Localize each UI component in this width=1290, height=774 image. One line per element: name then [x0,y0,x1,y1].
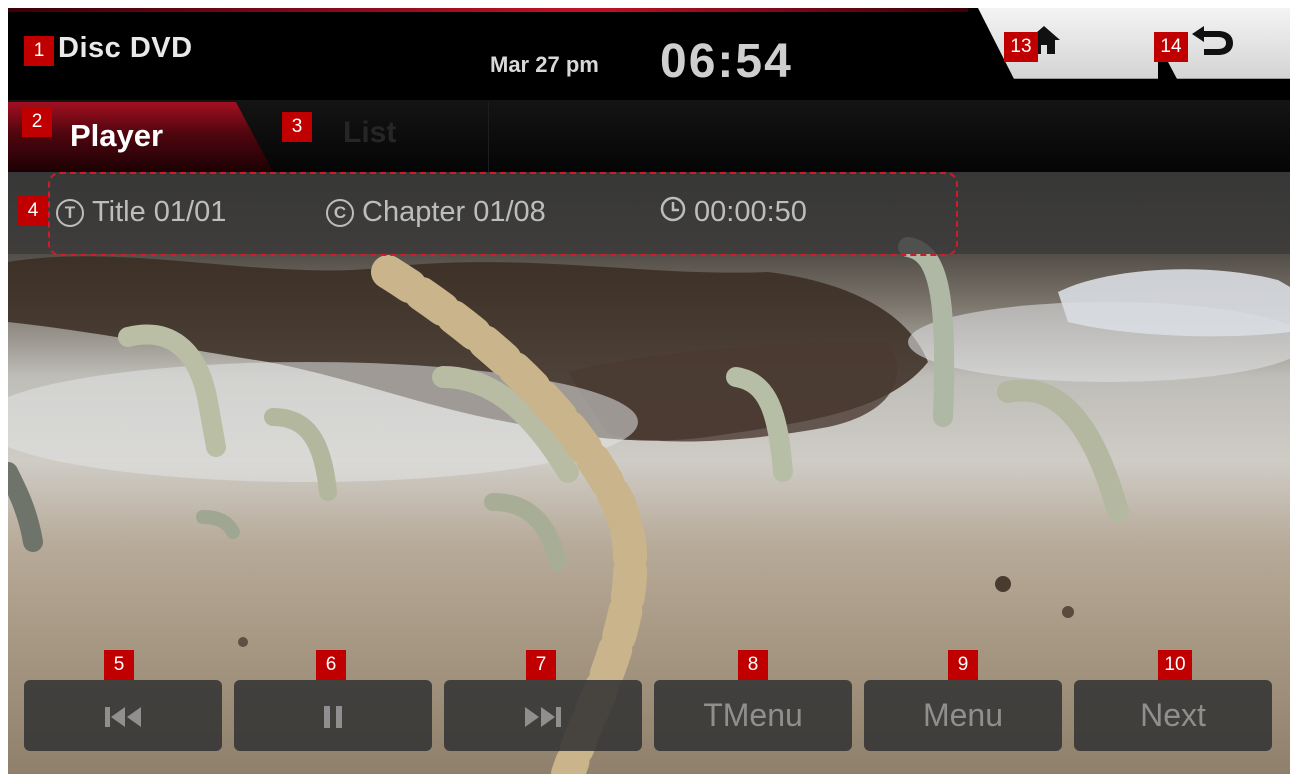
dvd-player-screen: Disc DVD Mar 27 pm 06:54 Player List T T… [8,8,1290,774]
previous-button[interactable] [24,680,222,751]
annotation-badge-4: 4 [18,196,48,226]
clock: 06:54 [660,35,793,88]
annotation-badge-6: 6 [316,650,346,680]
chapter-info-text: Chapter 01/08 [362,196,546,228]
title-info-text: Title 01/01 [92,196,227,228]
annotation-badge-3: 3 [282,112,312,142]
chapter-icon: C [326,199,354,227]
title-menu-button[interactable]: TMenu [654,680,852,751]
tab-player-label: Player [70,118,164,153]
top-bar: Disc DVD Mar 27 pm 06:54 [8,8,1290,100]
elapsed-info: 00:00:50 [660,196,807,229]
home-button[interactable] [978,8,1158,79]
back-icon [1192,26,1233,55]
next-track-icon [525,707,561,727]
pause-button[interactable] [234,680,432,751]
annotation-badge-2: 2 [22,107,52,137]
tab-list-label: List [343,116,397,149]
annotation-badge-1: 1 [24,36,54,66]
next-track-button[interactable] [444,680,642,751]
tab-bar: Player List [8,100,1290,172]
annotation-badge-13: 13 [1004,32,1038,62]
next-button[interactable]: Next [1074,680,1272,751]
previous-track-icon [105,707,141,727]
annotation-badge-5: 5 [104,650,134,680]
pause-icon [324,706,342,728]
clock-icon [660,196,686,224]
title-icon: T [56,199,84,227]
menu-button[interactable]: Menu [864,680,1062,751]
playback-info-bar: T Title 01/01 C Chapter 01/08 00:00:50 [8,172,1290,254]
accent-line [8,8,968,12]
elapsed-time-text: 00:00:50 [694,196,807,228]
chapter-info: C Chapter 01/08 [326,196,546,229]
annotation-badge-14: 14 [1154,32,1188,62]
title-info: T Title 01/01 [56,196,226,229]
annotation-badge-10: 10 [1158,650,1192,680]
date-label: Mar 27 pm [490,52,599,77]
annotation-badge-9: 9 [948,650,978,680]
annotation-badge-8: 8 [738,650,768,680]
app-title: Disc DVD [58,32,193,64]
annotation-badge-7: 7 [526,650,556,680]
